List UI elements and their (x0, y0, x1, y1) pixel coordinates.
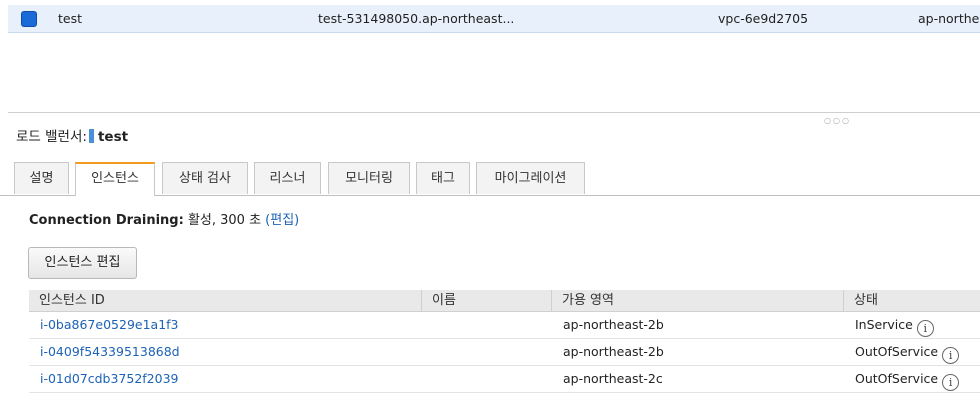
instance-zone: ap-northeast-2c (563, 371, 663, 386)
instance-status: OutOfService i (855, 344, 960, 364)
instance-status-text: InService (855, 317, 913, 332)
load-balancer-row[interactable]: test test-531498050.ap-northeast... vpc-… (8, 5, 980, 33)
instance-status-text: OutOfService (855, 371, 939, 386)
column-header-instance-id[interactable]: 인스턴스 ID (29, 290, 421, 311)
connection-draining-label: Connection Draining: (29, 213, 184, 228)
detail-label: 로드 밸런서: (16, 129, 87, 145)
instance-zone: ap-northeast-2b (563, 317, 664, 332)
table-row[interactable]: i-01d07cdb3752f2039 ap-northeast-2c OutO… (29, 365, 980, 393)
instance-id-link[interactable]: i-0409f54339513868d (40, 344, 180, 359)
lb-name: test (58, 11, 83, 26)
column-header-status[interactable]: 상태 (843, 290, 980, 311)
detail-header: 로드 밸런서: test (16, 125, 128, 145)
info-circle-icon[interactable]: i (916, 320, 934, 337)
instances-table-header: 인스턴스 ID 이름 가용 영역 상태 (29, 290, 980, 312)
instance-status: InService i (855, 317, 934, 337)
tab-health-check[interactable]: 상태 검사 (162, 162, 248, 194)
tab-monitoring[interactable]: 모니터링 (328, 162, 410, 194)
lb-dns-name: test-531498050.ap-northeast... (318, 11, 515, 26)
tab-description[interactable]: 설명 (14, 162, 69, 194)
checkbox-checked-icon[interactable] (21, 11, 37, 27)
tab-tags[interactable]: 태그 (416, 162, 470, 194)
detail-lb-name: test (97, 129, 129, 145)
tab-instances[interactable]: 인스턴스 (75, 162, 155, 196)
splitter-grip-icon[interactable]: ○○○ (824, 116, 851, 125)
table-row[interactable]: i-0409f54339513868d ap-northeast-2b OutO… (29, 338, 980, 366)
edit-instances-button[interactable]: 인스턴스 편집 (28, 247, 137, 279)
connection-draining: Connection Draining: 활성, 300 초 (편집) (29, 209, 299, 228)
instance-id-link[interactable]: i-0ba867e0529e1a1f3 (40, 317, 179, 332)
instance-status-text: OutOfService (855, 344, 939, 359)
column-header-name[interactable]: 이름 (421, 290, 551, 311)
lb-marker-icon (88, 129, 94, 143)
instance-zone: ap-northeast-2b (563, 344, 664, 359)
connection-draining-edit-link[interactable]: (편집) (265, 213, 299, 228)
instance-status: OutOfService i (855, 371, 960, 391)
tab-migration[interactable]: 마이그레이션 (476, 162, 585, 194)
connection-draining-value: 활성, 300 초 (187, 213, 262, 228)
info-circle-icon[interactable]: i (942, 347, 960, 364)
lb-vpc: vpc-6e9d2705 (718, 11, 809, 26)
tab-listeners[interactable]: 리스너 (254, 162, 321, 194)
info-circle-icon[interactable]: i (942, 374, 960, 391)
instance-id-link[interactable]: i-01d07cdb3752f2039 (40, 371, 179, 386)
pane-splitter[interactable] (8, 112, 980, 113)
table-row[interactable]: i-0ba867e0529e1a1f3 ap-northeast-2b InSe… (29, 311, 980, 339)
lb-zone: ap-northea (918, 11, 980, 26)
column-header-availability-zone[interactable]: 가용 영역 (551, 290, 843, 311)
